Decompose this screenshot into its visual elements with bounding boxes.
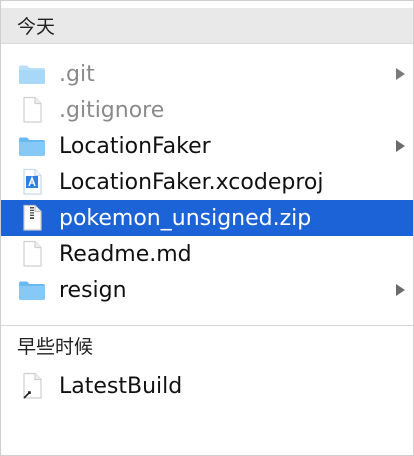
zip-icon [17,203,47,233]
file-browser-panel: 今天 .git .gitignore LocationFaker Locatio… [0,0,414,456]
file-row-git[interactable]: .git [1,56,413,92]
section-header-today: 今天 [1,8,413,44]
alias-document-icon [17,371,47,401]
section-title-recent: 早些时候 [17,336,94,358]
folder-icon [17,59,47,89]
file-name: LocationFaker.xcodeproj [59,169,324,195]
file-name: LatestBuild [59,373,183,399]
document-icon [17,239,47,269]
file-name: resign [59,277,127,303]
file-row-resign[interactable]: resign [1,272,413,308]
file-row-zip[interactable]: pokemon_unsigned.zip [1,200,413,236]
section-header-recent: 早些时候 [1,325,413,365]
file-row-readme[interactable]: Readme.md [1,236,413,272]
chevron-right-icon[interactable] [396,140,405,152]
document-icon [17,95,47,125]
folder-icon [17,275,47,305]
file-name: pokemon_unsigned.zip [59,205,312,231]
section-title-today: 今天 [17,16,56,38]
chevron-right-icon[interactable] [396,68,405,80]
file-row-latestbuild[interactable]: LatestBuild [1,368,413,404]
file-name: Readme.md [59,241,192,267]
file-name: LocationFaker [59,133,211,159]
folder-icon [17,131,47,161]
file-row-locationfaker[interactable]: LocationFaker [1,128,413,164]
file-name: .gitignore [59,97,165,123]
xcodeproj-icon [17,167,47,197]
chevron-right-icon[interactable] [396,284,405,296]
file-name: .git [59,61,95,87]
file-row-gitignore[interactable]: .gitignore [1,92,413,128]
file-row-xcodeproj[interactable]: LocationFaker.xcodeproj [1,164,413,200]
